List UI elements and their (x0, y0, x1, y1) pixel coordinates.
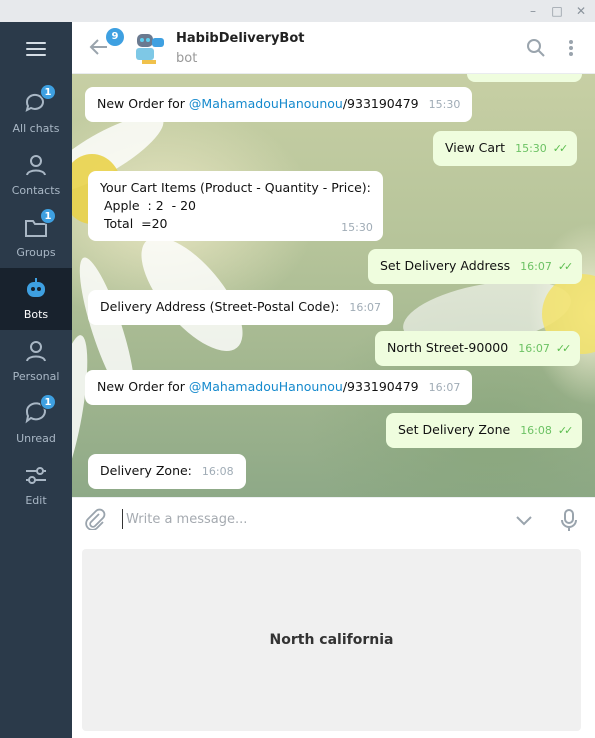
read-checks-icon: ✓✓ (552, 142, 569, 155)
message-time: 16:07 (518, 342, 550, 355)
message-text: Delivery Address (Street-Postal Code): (100, 299, 340, 314)
message-text: Delivery Zone: (100, 463, 192, 478)
chat-header: 9 HabibDeliveryBot bot (72, 22, 595, 74)
folder-groups[interactable]: 1 Groups (0, 206, 72, 268)
chevron-down-icon[interactable] (514, 510, 534, 530)
folder-label: Unread (16, 432, 56, 445)
incoming-message[interactable]: New Order for @MahamadouHanounou/9331904… (85, 87, 473, 122)
message-input[interactable]: Write a message... (126, 512, 247, 527)
message-time: 16:07 (349, 301, 382, 314)
folder-label: All chats (12, 122, 60, 135)
message-time: 16:08 (201, 465, 234, 478)
person-icon (26, 341, 46, 362)
folder-badge: 1 (40, 208, 56, 224)
outgoing-message[interactable]: North Street-90000 16:07 ✓✓ (375, 331, 581, 366)
unread-count-badge: 9 (106, 28, 124, 46)
folder-label: Groups (16, 246, 56, 259)
folder-badge: 1 (40, 84, 56, 100)
folder-unread[interactable]: 1 Unread (0, 392, 72, 454)
person-icon (26, 155, 46, 176)
incoming-message[interactable]: Delivery Zone: 16:08 (88, 454, 246, 489)
read-checks-icon: ✓✓ (555, 342, 572, 355)
message-time: 15:30 (428, 98, 461, 111)
message-text: /933190479 (342, 379, 419, 394)
folder-edit[interactable]: Edit (0, 454, 72, 516)
message-text: Set Delivery Zone (398, 422, 511, 437)
minimize-button[interactable]: – (524, 2, 542, 20)
message-time: 16:07 (428, 381, 461, 394)
outgoing-message[interactable]: Set Delivery Zone 16:08 ✓✓ (386, 413, 583, 448)
folder-badge: 1 (40, 394, 56, 410)
mention-link[interactable]: @MahamadouHanounou (189, 379, 343, 394)
outgoing-message[interactable]: Set Delivery Address 16:07 ✓✓ (368, 249, 583, 284)
read-checks-icon: ✓✓ (557, 424, 574, 437)
incoming-message[interactable]: New Order for @MahamadouHanounou/9331904… (85, 370, 473, 405)
message-text: /933190479 (342, 96, 419, 111)
microphone-icon[interactable] (560, 508, 578, 532)
message-composer: Write a message... (72, 497, 595, 539)
message-text: North Street-90000 (387, 340, 509, 355)
message-text: New Order for (97, 379, 189, 394)
folder-personal[interactable]: Personal (0, 330, 72, 392)
folder-label: Contacts (11, 184, 61, 197)
message-time: 16:08 (520, 424, 552, 437)
message-time: 15:30 (515, 142, 547, 155)
sliders-icon (26, 467, 46, 484)
message-text: Your Cart Items (Product - Quantity - Pr… (100, 180, 371, 195)
more-vertical-icon[interactable] (566, 38, 576, 58)
folder-label: Bots (23, 308, 49, 321)
incoming-message[interactable]: Delivery Address (Street-Postal Code): 16… (88, 290, 394, 325)
folder-contacts[interactable]: Contacts (0, 144, 72, 206)
bot-reply-keyboard: North california (72, 539, 595, 738)
chat-title: HabibDeliveryBot (176, 31, 305, 46)
mention-link[interactable]: @MahamadouHanounou (189, 96, 343, 111)
chat-status: bot (176, 51, 198, 66)
read-checks-icon: ✓✓ (557, 260, 574, 273)
folder-all-chats[interactable]: 1 All chats (0, 82, 72, 144)
hamburger-menu-icon[interactable] (26, 42, 46, 56)
search-icon[interactable] (526, 38, 546, 58)
message-time: 16:07 (520, 260, 552, 273)
message-list[interactable]: New Order for @MahamadouHanounou/9331904… (72, 74, 595, 497)
keyboard-button[interactable]: North california (82, 549, 581, 731)
bot-icon (27, 278, 45, 297)
folders-sidebar: 1 All chats Contacts 1 Groups Bots Perso… (0, 22, 72, 738)
message-text: View Cart (445, 140, 506, 155)
outgoing-message[interactable]: View Cart 15:30 ✓✓ (433, 131, 578, 166)
message-text: Apple : 2 - 20 (100, 198, 196, 213)
folder-bots[interactable]: Bots (0, 268, 72, 330)
paperclip-icon[interactable] (84, 508, 106, 530)
incoming-message[interactable]: Your Cart Items (Product - Quantity - Pr… (88, 171, 383, 241)
message-time: 15:30 (341, 221, 373, 234)
message-text: Total =20 (100, 216, 168, 231)
close-button[interactable]: ✕ (572, 2, 590, 20)
bot-avatar[interactable] (128, 28, 168, 68)
folder-label: Personal (12, 370, 60, 383)
maximize-button[interactable]: □ (548, 2, 566, 20)
message-text: New Order for (97, 96, 189, 111)
text-caret (122, 509, 123, 529)
message-text: Set Delivery Address (380, 258, 511, 273)
folder-label: Edit (25, 494, 47, 507)
window-titlebar: – □ ✕ (0, 0, 595, 22)
